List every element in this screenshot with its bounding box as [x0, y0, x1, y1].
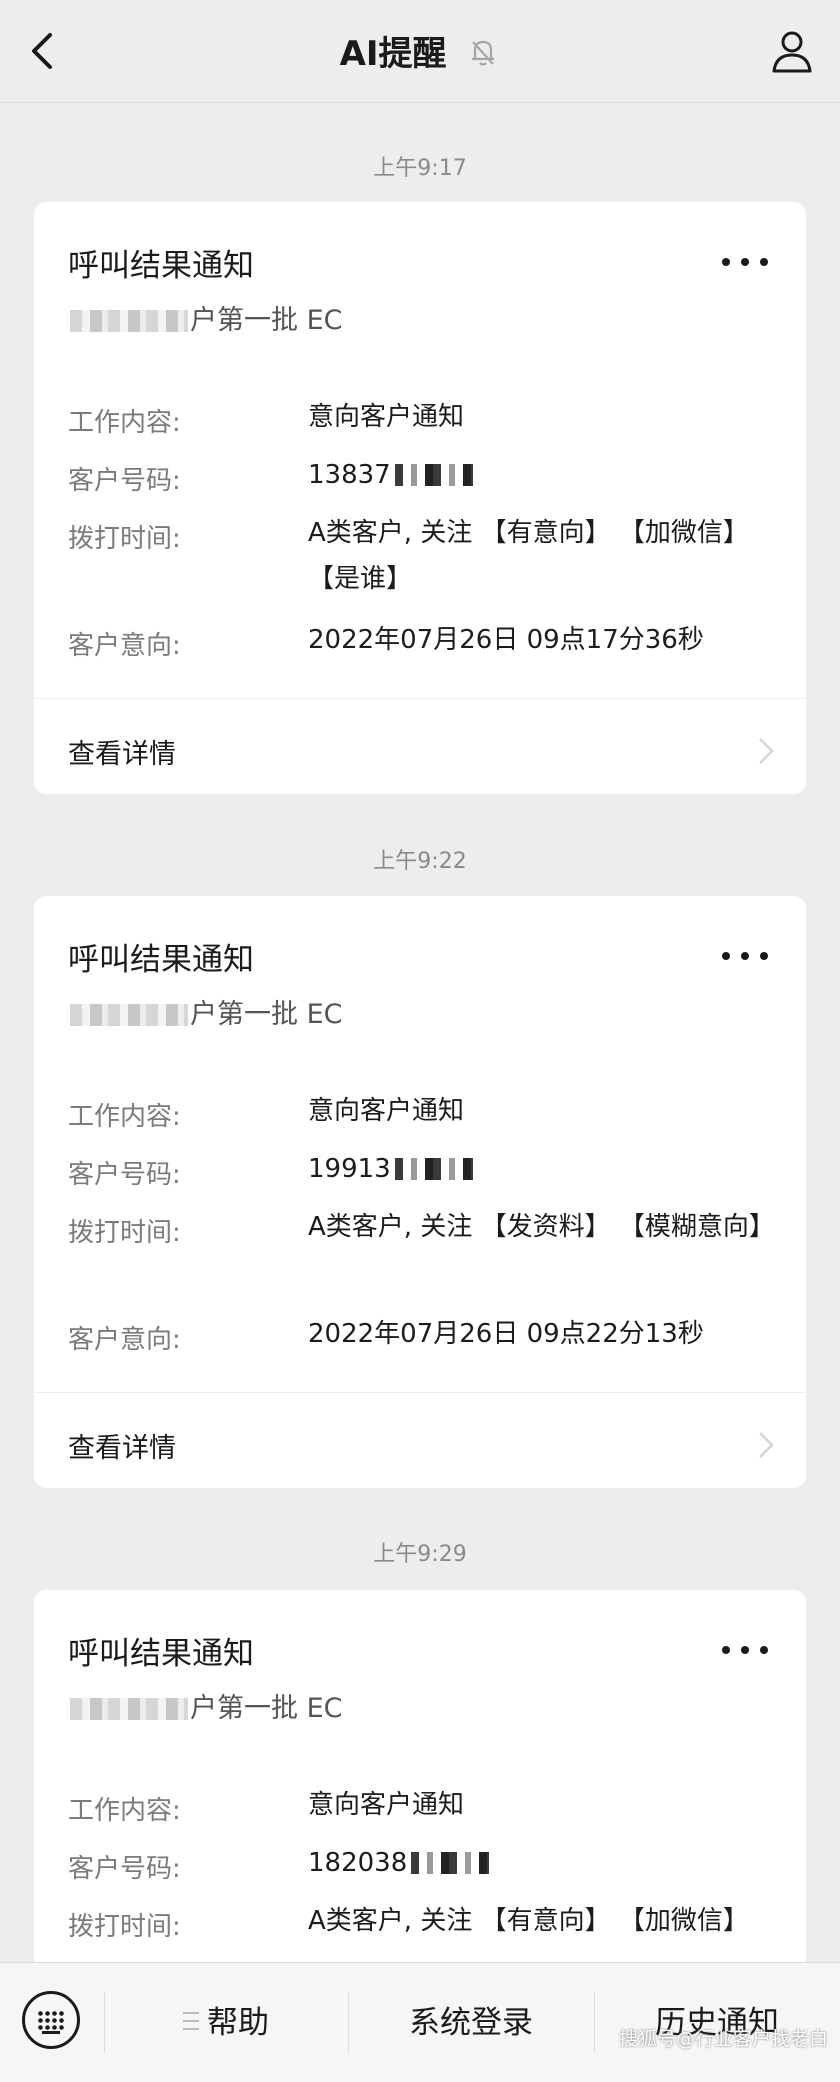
chevron-right-icon[interactable] [756, 736, 776, 766]
message-time: 上午9:17 [373, 156, 467, 181]
divider [34, 698, 806, 699]
message-card: 呼叫结果通知 户第一批 EC 工作内容: 意向客户通知 客户号码: 19913 拨打… [34, 896, 806, 1488]
row-label: 客户意向: [68, 631, 181, 661]
more-options-icon[interactable] [722, 1646, 768, 1656]
page-title-text: AI提醒 [339, 34, 447, 74]
row-value: A类客户, 关注 【发资料】 【模糊意向】 [308, 1212, 775, 1242]
card-title: 呼叫结果通知 [68, 248, 254, 284]
card-title: 呼叫结果通知 [68, 942, 254, 978]
row-value-phone: 182038 [308, 1840, 772, 1886]
row-label: 客户意向: [68, 1325, 181, 1355]
card-subtitle: 户第一批 EC [70, 992, 343, 1031]
redacted-mask [394, 464, 473, 486]
subtitle-text: 户第一批 EC [190, 999, 343, 1030]
row-label: 工作内容: [68, 408, 181, 438]
more-options-icon[interactable] [722, 258, 768, 268]
redacted-mask [70, 310, 188, 332]
view-details-link[interactable]: 查看详情 [68, 732, 176, 771]
menu-icon [183, 2012, 199, 2030]
bottom-menu-bar: 帮助 系统登录 历史通知 [0, 1962, 840, 2082]
row-value: 2022年07月26日 09点22分13秒 [308, 1319, 704, 1349]
row-label: 客户号码: [68, 1854, 181, 1884]
row-value: A类客户, 关注 【有意向】 【加微信】 [308, 1906, 749, 1936]
row-value-phone: 13837 [308, 452, 772, 498]
row-label: 客户号码: [68, 1160, 181, 1190]
row-value-phone: 19913 [308, 1146, 772, 1192]
message-card: 呼叫结果通知 户第一批 EC 工作内容: 意向客户通知 客户号码: 182038 拨… [34, 1590, 806, 2010]
row-value: 2022年07月26日 09点17分36秒 [308, 625, 704, 655]
system-login-button[interactable]: 系统登录 [348, 1997, 594, 2042]
subtitle-text: 户第一批 EC [190, 305, 343, 336]
page-title: AI提醒 [0, 26, 840, 75]
mute-bell-icon [472, 40, 495, 66]
card-subtitle: 户第一批 EC [70, 298, 343, 337]
row-label: 拨打时间: [68, 524, 181, 554]
message-time: 上午9:29 [373, 1542, 467, 1567]
phone-number: 19913 [308, 1154, 391, 1184]
row-label: 工作内容: [68, 1796, 181, 1826]
redacted-mask [70, 1004, 188, 1026]
redacted-mask [70, 1698, 188, 1720]
help-label: 帮助 [207, 2005, 269, 2041]
redacted-mask [411, 1852, 490, 1874]
divider [34, 1392, 806, 1393]
row-value: 意向客户通知 [308, 1790, 465, 1820]
more-options-icon[interactable] [722, 952, 768, 962]
chevron-right-icon[interactable] [756, 1430, 776, 1460]
watermark-text: 搜狐号@行业客户找老白 [618, 2028, 828, 2050]
phone-number: 182038 [308, 1848, 408, 1878]
row-value: 意向客户通知 [308, 1096, 465, 1126]
row-label: 拨打时间: [68, 1912, 181, 1942]
row-value: A类客户, 关注 【有意向】 【加微信】 【是谁】 [308, 518, 749, 594]
row-label: 工作内容: [68, 1102, 181, 1132]
card-subtitle: 户第一批 EC [70, 1686, 343, 1725]
profile-icon[interactable] [768, 27, 816, 75]
row-value: 意向客户通知 [308, 402, 465, 432]
view-details-link[interactable]: 查看详情 [68, 1426, 176, 1465]
row-label: 客户号码: [68, 466, 181, 496]
card-title: 呼叫结果通知 [68, 1636, 254, 1672]
redacted-mask [394, 1158, 473, 1180]
keyboard-icon[interactable] [22, 1991, 80, 2049]
message-card: 呼叫结果通知 户第一批 EC 工作内容: 意向客户通知 客户号码: 13837 拨打… [34, 202, 806, 794]
top-bar: AI提醒 [0, 0, 840, 103]
row-label: 拨打时间: [68, 1218, 181, 1248]
message-time: 上午9:22 [373, 849, 467, 874]
help-menu-button[interactable]: 帮助 [104, 1997, 348, 2042]
subtitle-text: 户第一批 EC [190, 1693, 343, 1724]
phone-number: 13837 [308, 460, 391, 490]
